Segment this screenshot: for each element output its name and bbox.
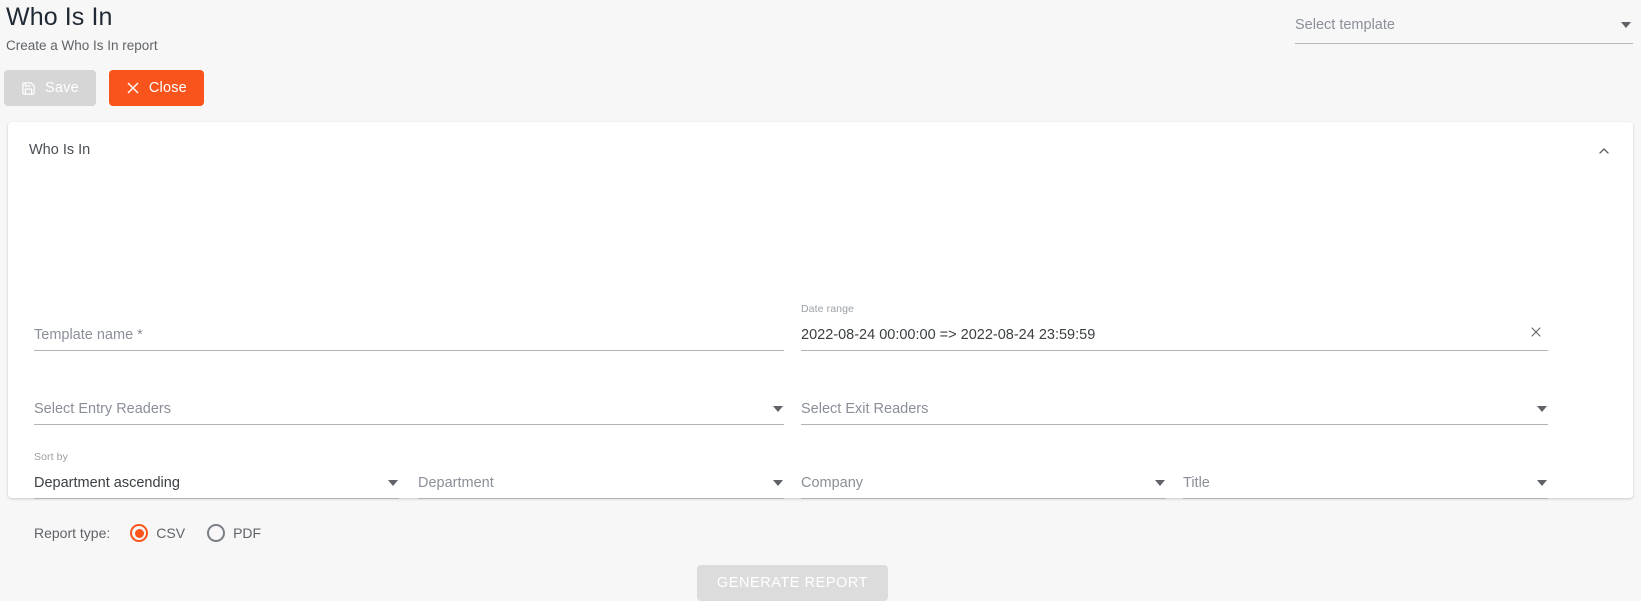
close-x-icon [126, 81, 140, 95]
generate-report-button[interactable]: GENERATE REPORT [696, 565, 889, 601]
save-button[interactable]: Save [4, 70, 96, 106]
department-select[interactable]: Department [418, 465, 784, 499]
template-name-placeholder: Template name * [34, 327, 143, 343]
chevron-up-icon [1596, 143, 1612, 164]
page-subtitle: Create a Who Is In report [6, 38, 158, 53]
card-header: Who Is In [8, 122, 1633, 180]
report-type-option-pdf[interactable]: PDF [207, 524, 261, 542]
page-header: Who Is In Create a Who Is In report Sele… [0, 0, 1641, 122]
report-type-option-csv[interactable]: CSV [130, 524, 185, 542]
chevron-down-icon [1537, 480, 1547, 486]
chevron-down-icon [388, 480, 398, 486]
template-select[interactable]: Select template [1295, 12, 1633, 44]
company-placeholder: Company [801, 475, 864, 491]
sort-by-label: Sort by [34, 451, 68, 463]
title-block: Who Is In Create a Who Is In report [6, 2, 158, 55]
entry-readers-placeholder: Select Entry Readers [34, 401, 172, 417]
close-button-label: Close [148, 80, 187, 96]
close-button[interactable]: Close [108, 70, 204, 106]
radio-csv-label: CSV [156, 525, 186, 541]
header-actions: Save Close [4, 70, 204, 106]
date-range-label: Date range [801, 303, 854, 315]
card-title: Who Is In [29, 142, 91, 158]
title-select[interactable]: Title [1183, 465, 1548, 499]
entry-readers-select[interactable]: Select Entry Readers [34, 391, 784, 425]
radio-csv[interactable] [130, 524, 149, 542]
chevron-down-icon [1155, 480, 1165, 486]
exit-readers-placeholder: Select Exit Readers [801, 401, 929, 417]
template-select-placeholder: Select template [1295, 17, 1395, 33]
department-placeholder: Department [418, 475, 494, 491]
save-disk-icon [21, 81, 36, 96]
sort-by-value: Department ascending [34, 475, 180, 491]
template-name-input[interactable]: Template name * [34, 317, 784, 351]
date-range-clear-button[interactable] [1527, 325, 1545, 343]
close-x-icon [1530, 325, 1542, 343]
sort-by-select[interactable]: Sort by Department ascending [34, 451, 399, 499]
title-placeholder: Title [1183, 475, 1210, 491]
report-type-row: Report type: CSV PDF [34, 524, 283, 542]
generate-button-wrap: GENERATE REPORT [8, 565, 1633, 601]
radio-pdf-label: PDF [233, 525, 262, 541]
chevron-down-icon [1537, 406, 1547, 412]
exit-readers-select[interactable]: Select Exit Readers [801, 391, 1548, 425]
date-range-input[interactable]: Date range 2022-08-24 00:00:00 => 2022-0… [801, 303, 1548, 351]
chevron-down-icon [773, 406, 783, 412]
page-title: Who Is In [6, 3, 113, 31]
who-is-in-card: Who Is In Template name * Date range 202… [8, 122, 1633, 601]
report-type-label: Report type: [34, 525, 111, 541]
date-range-value: 2022-08-24 00:00:00 => 2022-08-24 23:59:… [801, 327, 1096, 343]
chevron-down-icon [1621, 22, 1631, 28]
collapse-button[interactable] [1591, 140, 1617, 166]
radio-pdf[interactable] [207, 524, 226, 542]
company-select[interactable]: Company [801, 465, 1166, 499]
save-button-label: Save [45, 80, 79, 96]
radio-csv-dot [134, 528, 144, 538]
chevron-down-icon [773, 480, 783, 486]
